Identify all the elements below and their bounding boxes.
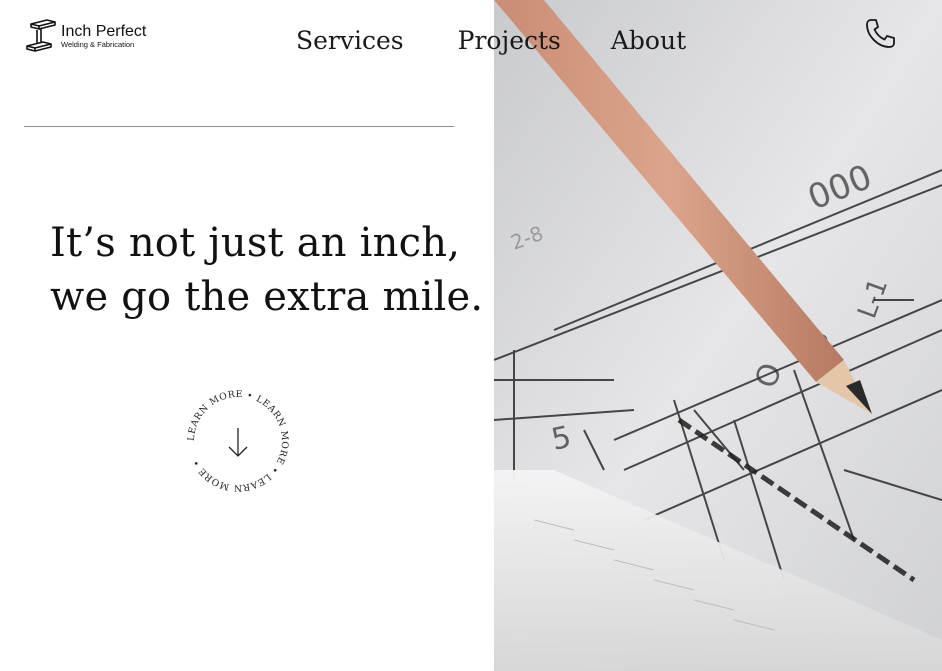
- brand-name: Inch Perfect: [61, 22, 147, 40]
- main-nav: Services Projects About: [296, 24, 686, 58]
- headline-line-1: It’s not just an inch,: [50, 220, 461, 266]
- brand-logo[interactable]: Inch Perfect Welding & Fabrication: [25, 18, 146, 54]
- nav-link-projects[interactable]: Projects: [458, 24, 561, 58]
- phone-button[interactable]: [862, 16, 898, 52]
- learn-more-button[interactable]: LEARN MORE • LEARN MORE • LEARN MORE •: [183, 386, 293, 496]
- brand-tagline: Welding & Fabrication: [61, 39, 135, 49]
- hero-headline: It’s not just an inch, we go the extra m…: [50, 216, 483, 324]
- learn-more-ring: LEARN MORE • LEARN MORE • LEARN MORE •: [186, 389, 290, 493]
- blueprint-pencil-image: 000 5 O 5 L-1 2-8: [494, 0, 942, 671]
- brand-text: Inch Perfect Welding & Fabrication: [61, 22, 147, 49]
- phone-icon: [866, 19, 895, 48]
- arrow-down-icon: [228, 428, 248, 457]
- header-divider: [24, 126, 454, 127]
- nav-link-services[interactable]: Services: [296, 24, 404, 58]
- hero-photo: 000 5 O 5 L-1 2-8: [494, 0, 942, 671]
- i-beam-icon: [26, 19, 56, 52]
- nav-link-about[interactable]: About: [611, 24, 686, 58]
- headline-line-2: we go the extra mile.: [50, 274, 484, 320]
